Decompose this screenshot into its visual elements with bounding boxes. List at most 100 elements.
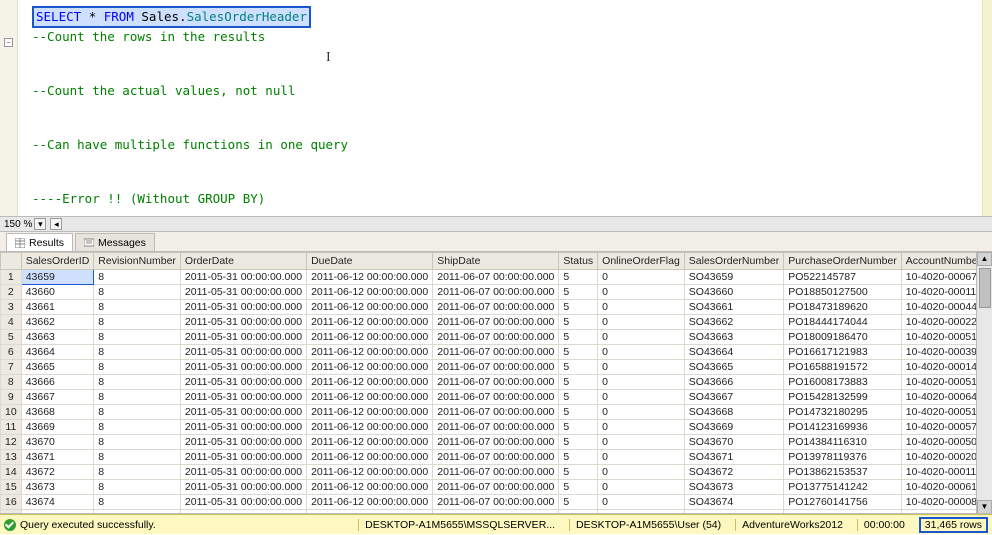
cell-PurchaseOrderNumber[interactable]: PO12760141756: [784, 495, 902, 510]
cell-RevisionNumber[interactable]: 8: [94, 360, 181, 375]
table-row[interactable]: 174367582011-05-31 00:00:00.0002011-06-1…: [1, 510, 992, 515]
row-number[interactable]: 13: [1, 450, 22, 465]
cell-SalesOrderNumber[interactable]: SO43665: [684, 360, 783, 375]
cell-ShipDate[interactable]: 2011-06-07 00:00:00.000: [433, 420, 559, 435]
table-row[interactable]: 154367382011-05-31 00:00:00.0002011-06-1…: [1, 480, 992, 495]
cell-AccountNumber[interactable]: 10-4020-000117: [901, 285, 987, 300]
cell-PurchaseOrderNumber[interactable]: PO14384116310: [784, 435, 902, 450]
cell-DueDate[interactable]: 2011-06-12 00:00:00.000: [307, 465, 433, 480]
cell-OnlineOrderFlag[interactable]: 0: [598, 390, 685, 405]
cell-OnlineOrderFlag[interactable]: 0: [598, 480, 685, 495]
cell-PurchaseOrderNumber[interactable]: PO14123169936: [784, 420, 902, 435]
table-row[interactable]: 144367282011-05-31 00:00:00.0002011-06-1…: [1, 465, 992, 480]
cell-SalesOrderID[interactable]: 43660: [21, 285, 94, 300]
cell-Status[interactable]: 5: [559, 360, 598, 375]
row-number[interactable]: 6: [1, 345, 22, 360]
cell-DueDate[interactable]: 2011-06-12 00:00:00.000: [307, 435, 433, 450]
table-row[interactable]: 124367082011-05-31 00:00:00.0002011-06-1…: [1, 435, 992, 450]
row-number[interactable]: 10: [1, 405, 22, 420]
cell-Status[interactable]: 5: [559, 420, 598, 435]
cell-PurchaseOrderNumber[interactable]: PO13862153537: [784, 465, 902, 480]
table-row[interactable]: 164367482011-05-31 00:00:00.0002011-06-1…: [1, 495, 992, 510]
cell-DueDate[interactable]: 2011-06-12 00:00:00.000: [307, 270, 433, 285]
cell-DueDate[interactable]: 2011-06-12 00:00:00.000: [307, 330, 433, 345]
cell-DueDate[interactable]: 2011-06-12 00:00:00.000: [307, 300, 433, 315]
cell-Status[interactable]: 5: [559, 315, 598, 330]
cell-SalesOrderNumber[interactable]: SO43668: [684, 405, 783, 420]
cell-OnlineOrderFlag[interactable]: 0: [598, 450, 685, 465]
tab-results[interactable]: Results: [6, 233, 73, 251]
cell-PurchaseOrderNumber[interactable]: PO13775141242: [784, 480, 902, 495]
cell-SalesOrderID[interactable]: 43662: [21, 315, 94, 330]
table-row[interactable]: 74366582011-05-31 00:00:00.0002011-06-12…: [1, 360, 992, 375]
scroll-thumb[interactable]: [979, 268, 991, 308]
table-row[interactable]: 64366482011-05-31 00:00:00.0002011-06-12…: [1, 345, 992, 360]
cell-SalesOrderID[interactable]: 43665: [21, 360, 94, 375]
cell-PurchaseOrderNumber[interactable]: PO12412186464: [784, 510, 902, 515]
grid-vertical-scrollbar[interactable]: ▲ ▼: [976, 252, 992, 514]
table-row[interactable]: 14365982011-05-31 00:00:00.0002011-06-12…: [1, 270, 992, 285]
cell-RevisionNumber[interactable]: 8: [94, 435, 181, 450]
row-number[interactable]: 2: [1, 285, 22, 300]
cell-RevisionNumber[interactable]: 8: [94, 480, 181, 495]
zoom-dropdown-button[interactable]: ▾: [34, 218, 46, 230]
cell-SalesOrderNumber[interactable]: SO43673: [684, 480, 783, 495]
cell-AccountNumber[interactable]: 10-4020-000442: [901, 300, 987, 315]
row-number[interactable]: 5: [1, 330, 22, 345]
cell-RevisionNumber[interactable]: 8: [94, 315, 181, 330]
cell-AccountNumber[interactable]: 10-4020-000510: [901, 330, 987, 345]
cell-Status[interactable]: 5: [559, 465, 598, 480]
row-number[interactable]: 4: [1, 315, 22, 330]
scroll-up-icon[interactable]: ▲: [977, 252, 992, 266]
cell-DueDate[interactable]: 2011-06-12 00:00:00.000: [307, 420, 433, 435]
table-row[interactable]: 104366882011-05-31 00:00:00.0002011-06-1…: [1, 405, 992, 420]
cell-SalesOrderID[interactable]: 43661: [21, 300, 94, 315]
cell-Status[interactable]: 5: [559, 300, 598, 315]
cell-ShipDate[interactable]: 2011-06-07 00:00:00.000: [433, 480, 559, 495]
cell-OnlineOrderFlag[interactable]: 0: [598, 405, 685, 420]
cell-Status[interactable]: 5: [559, 285, 598, 300]
cell-RevisionNumber[interactable]: 8: [94, 405, 181, 420]
cell-PurchaseOrderNumber[interactable]: PO13978119376: [784, 450, 902, 465]
cell-Status[interactable]: 5: [559, 345, 598, 360]
cell-SalesOrderID[interactable]: 43671: [21, 450, 94, 465]
column-header-PurchaseOrderNumber[interactable]: PurchaseOrderNumber: [784, 253, 902, 270]
cell-SalesOrderID[interactable]: 43664: [21, 345, 94, 360]
cell-SalesOrderNumber[interactable]: SO43662: [684, 315, 783, 330]
cell-AccountNumber[interactable]: 10-4020-000511: [901, 375, 987, 390]
cell-ShipDate[interactable]: 2011-06-07 00:00:00.000: [433, 510, 559, 515]
cell-DueDate[interactable]: 2011-06-12 00:00:00.000: [307, 480, 433, 495]
cell-OrderDate[interactable]: 2011-05-31 00:00:00.000: [180, 360, 306, 375]
column-header-SalesOrderID[interactable]: SalesOrderID: [21, 253, 94, 270]
row-number[interactable]: 11: [1, 420, 22, 435]
table-row[interactable]: 84366682011-05-31 00:00:00.0002011-06-12…: [1, 375, 992, 390]
column-header-SalesOrderNumber[interactable]: SalesOrderNumber: [684, 253, 783, 270]
cell-AccountNumber[interactable]: 10-4020-000670: [901, 510, 987, 515]
cell-OrderDate[interactable]: 2011-05-31 00:00:00.000: [180, 465, 306, 480]
cell-OrderDate[interactable]: 2011-05-31 00:00:00.000: [180, 435, 306, 450]
cell-OrderDate[interactable]: 2011-05-31 00:00:00.000: [180, 495, 306, 510]
cell-OnlineOrderFlag[interactable]: 0: [598, 315, 685, 330]
cell-SalesOrderNumber[interactable]: SO43663: [684, 330, 783, 345]
table-row[interactable]: 34366182011-05-31 00:00:00.0002011-06-12…: [1, 300, 992, 315]
row-number[interactable]: 9: [1, 390, 22, 405]
cell-SalesOrderNumber[interactable]: SO43659: [684, 270, 783, 285]
cell-SalesOrderID[interactable]: 43670: [21, 435, 94, 450]
cell-SalesOrderID[interactable]: 43668: [21, 405, 94, 420]
row-number[interactable]: 3: [1, 300, 22, 315]
cell-AccountNumber[interactable]: 10-4020-000083: [901, 495, 987, 510]
cell-SalesOrderID[interactable]: 43673: [21, 480, 94, 495]
cell-PurchaseOrderNumber[interactable]: PO18009186470: [784, 330, 902, 345]
cell-AccountNumber[interactable]: 10-4020-000146: [901, 360, 987, 375]
cell-PurchaseOrderNumber[interactable]: PO16617121983: [784, 345, 902, 360]
cell-SalesOrderID[interactable]: 43672: [21, 465, 94, 480]
cell-Status[interactable]: 5: [559, 330, 598, 345]
cell-SalesOrderNumber[interactable]: SO43661: [684, 300, 783, 315]
cell-RevisionNumber[interactable]: 8: [94, 300, 181, 315]
fold-toggle-icon[interactable]: −: [4, 38, 13, 47]
cell-AccountNumber[interactable]: 10-4020-000646: [901, 390, 987, 405]
table-row[interactable]: 114366982011-05-31 00:00:00.0002011-06-1…: [1, 420, 992, 435]
cell-OnlineOrderFlag[interactable]: 0: [598, 375, 685, 390]
table-row[interactable]: 44366282011-05-31 00:00:00.0002011-06-12…: [1, 315, 992, 330]
cell-AccountNumber[interactable]: 10-4020-000514: [901, 405, 987, 420]
